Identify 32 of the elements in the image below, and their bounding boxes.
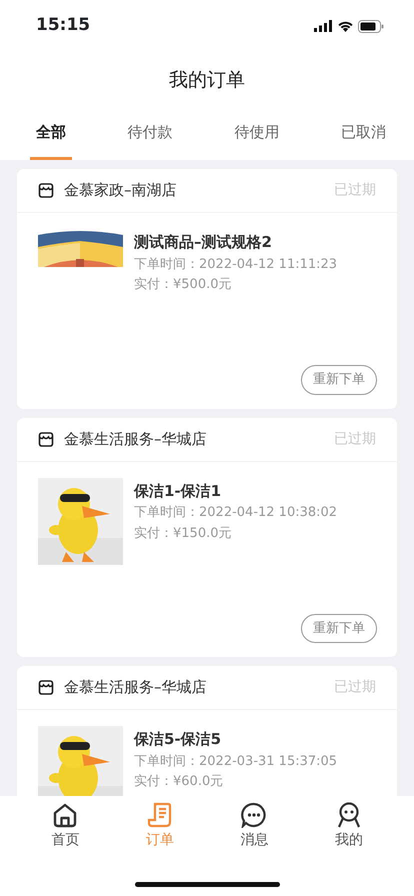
battery-icon bbox=[358, 20, 384, 32]
nav-tab[interactable]: 消息 bbox=[224, 802, 284, 862]
reorder-button[interactable]: 重新下单 bbox=[301, 614, 377, 643]
page-title: 我的订单 bbox=[168, 68, 246, 93]
tab[interactable]: 待使用 bbox=[228, 110, 286, 160]
shop-icon bbox=[38, 183, 54, 198]
wifi-icon bbox=[337, 20, 354, 32]
status-time: 15:15 bbox=[36, 14, 90, 38]
shop-icon bbox=[38, 680, 54, 695]
chat-icon bbox=[241, 802, 268, 828]
reorder-button[interactable]: 重新下单 bbox=[301, 365, 377, 394]
shop-icon bbox=[38, 432, 54, 446]
paid-amount: 实付：¥150.0元 bbox=[134, 526, 232, 543]
order-time: 下单时间：2022-03-31 15:37:05 bbox=[134, 754, 338, 770]
home-icon bbox=[52, 802, 78, 828]
receipt-icon bbox=[146, 802, 173, 828]
paid-amount: 实付：¥500.0元 bbox=[134, 277, 232, 294]
order-time: 下单时间：2022-04-12 11:11:23 bbox=[134, 256, 338, 274]
store-name: 金慕家政–南湖店 bbox=[64, 180, 178, 202]
product-name: 保洁5-保洁5 bbox=[134, 730, 222, 750]
nav-tab[interactable]: 首页 bbox=[35, 802, 96, 862]
nav-tab[interactable]: 我的 bbox=[318, 802, 379, 862]
store-name: 金慕生活服务–华城店 bbox=[64, 677, 208, 698]
tab[interactable]: 已取消 bbox=[334, 110, 392, 160]
signal-icon bbox=[314, 20, 333, 32]
paid-amount: 实付：¥60.0元 bbox=[134, 774, 224, 792]
user-icon bbox=[336, 802, 362, 828]
tab[interactable]: 待付款 bbox=[122, 110, 179, 160]
product-name: 测试商品–测试规格2 bbox=[134, 233, 273, 252]
product-name: 保洁1-保洁1 bbox=[134, 482, 222, 501]
store-name: 金慕生活服务–华城店 bbox=[64, 428, 208, 450]
order-time: 下单时间：2022-04-12 10:38:02 bbox=[134, 505, 338, 522]
